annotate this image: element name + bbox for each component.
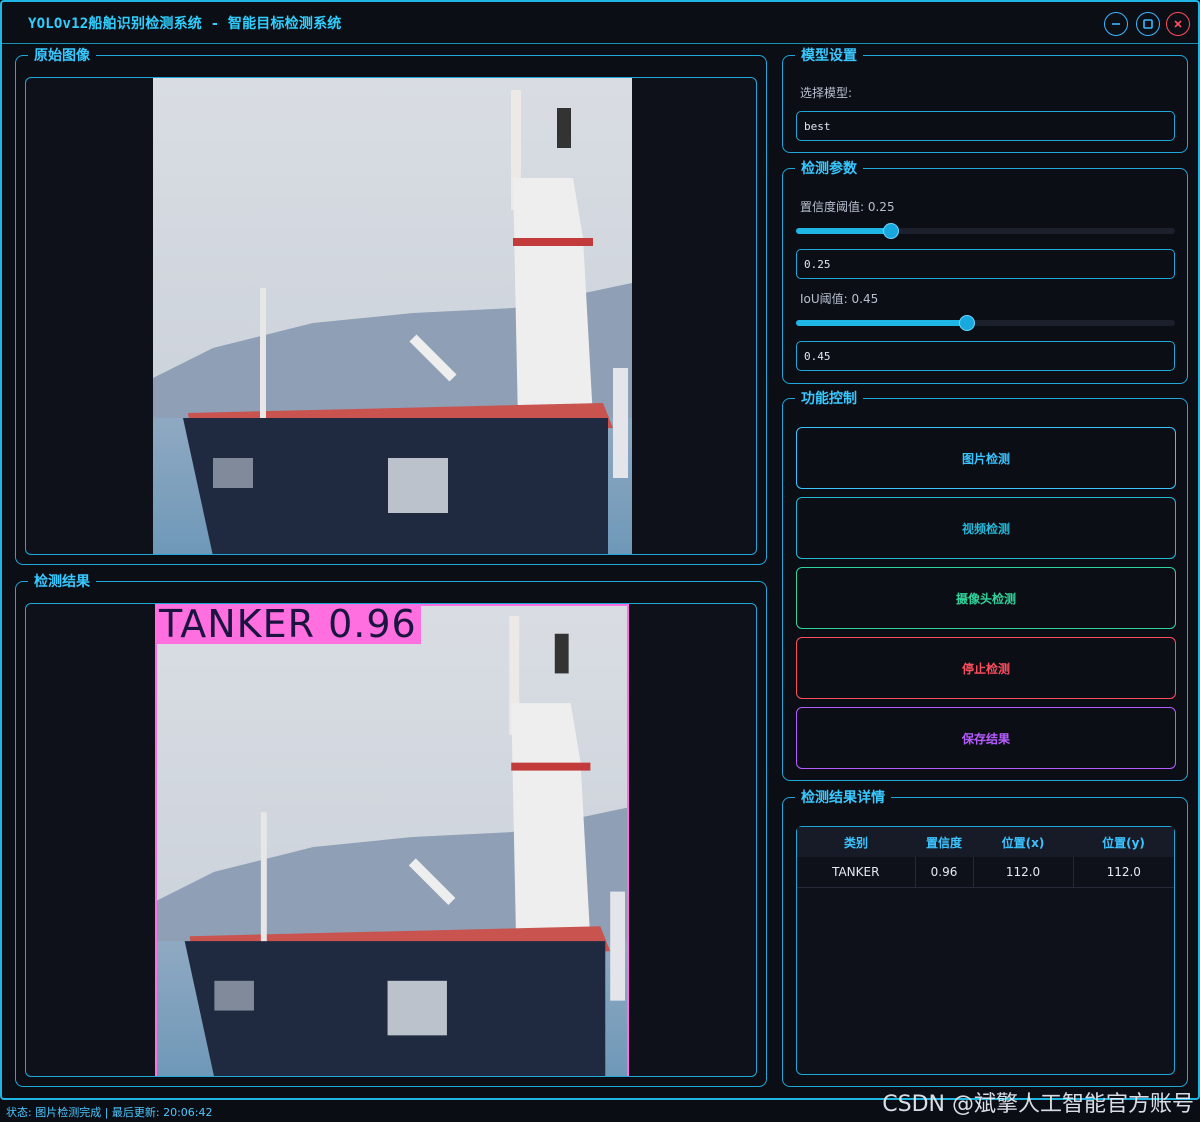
table-row[interactable]: TANKER 0.96 112.0 112.0 <box>797 857 1174 888</box>
detection-params-title: 检测参数 <box>795 160 863 178</box>
camera-detect-button[interactable]: 摄像头检测 <box>796 567 1176 629</box>
results-detail-title: 检测结果详情 <box>795 789 891 807</box>
original-image-view <box>25 77 757 555</box>
column-header-y[interactable]: 位置(y) <box>1073 827 1174 857</box>
confidence-slider[interactable] <box>796 223 1175 239</box>
table-header-row: 类别 置信度 位置(x) 位置(y) <box>797 827 1174 857</box>
ship-photo <box>153 78 632 554</box>
model-select-label: 选择模型: <box>800 86 853 100</box>
function-control-title: 功能控制 <box>795 390 863 408</box>
cell-confidence: 0.96 <box>915 857 974 888</box>
stop-detect-button[interactable]: 停止检测 <box>796 637 1176 699</box>
maximize-button[interactable] <box>1136 12 1160 36</box>
confidence-input[interactable]: 0.25 <box>796 249 1175 279</box>
iou-label: IoU阈值: 0.45 <box>800 292 879 306</box>
cell-x: 112.0 <box>973 857 1074 888</box>
video-detect-button[interactable]: 视频检测 <box>796 497 1176 559</box>
column-header-x[interactable]: 位置(x) <box>973 827 1073 857</box>
maximize-icon <box>1143 19 1153 29</box>
cell-y: 112.0 <box>1073 857 1174 888</box>
model-settings-title: 模型设置 <box>795 47 863 65</box>
iou-slider-fill <box>796 320 967 326</box>
column-header-confidence[interactable]: 置信度 <box>915 827 973 857</box>
detection-label: TANKER 0.96 <box>155 604 421 644</box>
title-bar: YOLOv12船舶识别检测系统 - 智能目标检测系统 <box>2 2 1198 44</box>
detection-result-title: 检测结果 <box>28 573 96 591</box>
detection-result-view: TANKER 0.96 <box>25 603 757 1077</box>
close-icon <box>1174 20 1182 28</box>
save-result-button[interactable]: 保存结果 <box>796 707 1176 769</box>
status-bar: 状态: 图片检测完成 | 最后更新: 20:06:42 <box>6 1106 213 1119</box>
detection-bounding-box: TANKER 0.96 <box>155 604 629 1076</box>
close-button[interactable] <box>1166 12 1190 36</box>
iou-input[interactable]: 0.45 <box>796 341 1175 371</box>
minimize-icon <box>1112 23 1120 25</box>
original-image-title: 原始图像 <box>28 47 96 65</box>
confidence-slider-handle[interactable] <box>883 223 899 239</box>
column-header-class[interactable]: 类别 <box>797 827 915 857</box>
image-detect-button[interactable]: 图片检测 <box>796 427 1176 489</box>
confidence-label: 置信度阈值: 0.25 <box>800 200 895 214</box>
results-table: 类别 置信度 位置(x) 位置(y) TANKER 0.96 112.0 112… <box>797 827 1174 888</box>
watermark-text: CSDN @斌擎人工智能官方账号 <box>882 1092 1194 1117</box>
cell-class: TANKER <box>797 857 916 888</box>
confidence-slider-fill <box>796 228 891 234</box>
app-window: YOLOv12船舶识别检测系统 - 智能目标检测系统 原始图像 检测结果 TAN… <box>0 0 1200 1100</box>
window-title: YOLOv12船舶识别检测系统 - 智能目标检测系统 <box>28 16 342 32</box>
iou-slider-handle[interactable] <box>959 315 975 331</box>
minimize-button[interactable] <box>1104 12 1128 36</box>
iou-slider[interactable] <box>796 315 1175 331</box>
model-select[interactable]: best <box>796 111 1175 141</box>
